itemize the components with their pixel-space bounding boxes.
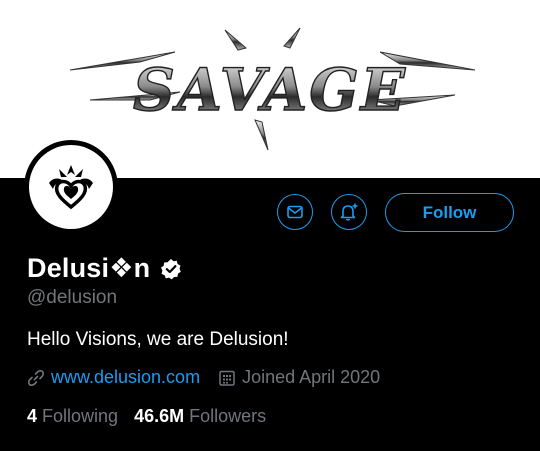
followers-label: Followers xyxy=(189,406,267,426)
banner-logo-text: SAVAGE xyxy=(133,56,407,124)
display-name: Delusi❖n xyxy=(27,253,151,283)
link-icon xyxy=(27,369,45,387)
verified-badge-icon[interactable] xyxy=(160,258,182,280)
avatar[interactable] xyxy=(24,140,118,234)
calendar-icon xyxy=(218,369,236,387)
notify-button[interactable] xyxy=(331,194,367,230)
message-button[interactable] xyxy=(277,194,313,230)
website-link[interactable]: www.delusion.com xyxy=(51,367,200,388)
profile-meta: www.delusion.com Joined April 2020 xyxy=(27,367,380,388)
name-row: Delusi❖n xyxy=(27,253,182,284)
envelope-icon xyxy=(287,205,303,219)
followers-stat[interactable]: 46.6M Followers xyxy=(134,406,266,427)
bell-plus-icon xyxy=(340,203,358,221)
following-stat[interactable]: 4 Following xyxy=(27,406,118,427)
following-label: Following xyxy=(42,406,119,426)
followers-count: 46.6M xyxy=(134,406,185,426)
following-count: 4 xyxy=(27,406,38,426)
follow-button[interactable]: Follow xyxy=(385,193,514,232)
bio: Hello Visions, we are Delusion! xyxy=(27,329,289,350)
heart-crest-icon xyxy=(49,165,93,210)
joined-date: Joined April 2020 xyxy=(242,367,381,387)
follow-stats: 4 Following 46.6M Followers xyxy=(27,406,266,427)
handle: @delusion xyxy=(27,287,118,308)
